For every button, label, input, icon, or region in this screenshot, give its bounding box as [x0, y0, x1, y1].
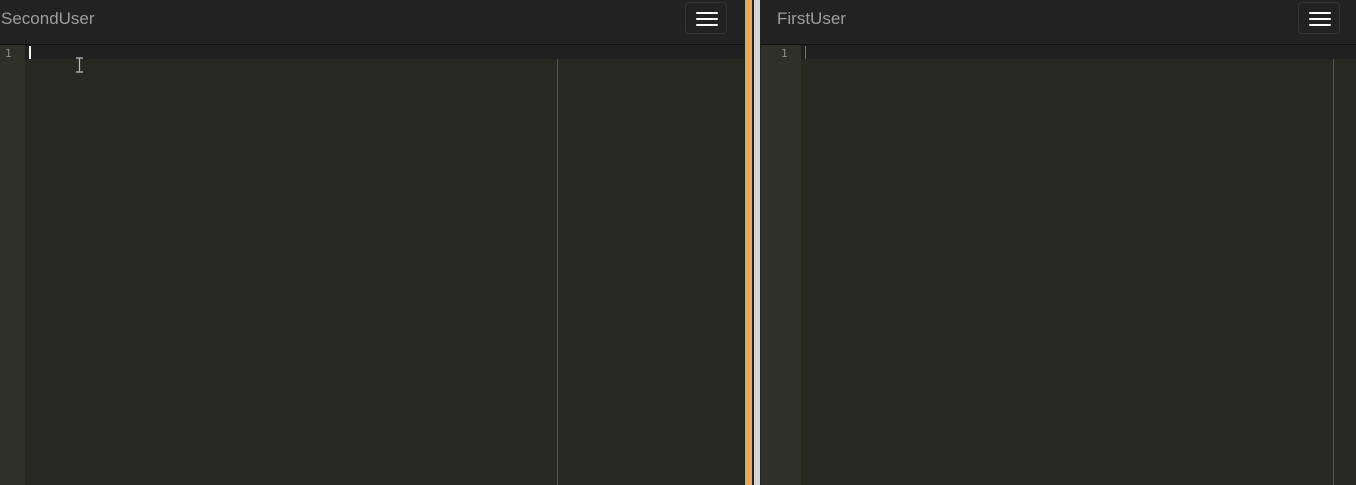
- code-editor[interactable]: [25, 45, 744, 485]
- line-number-gutter: 1: [0, 45, 25, 485]
- user-name-label: FirstUser: [777, 9, 846, 28]
- editor-pane-left: SecondUser 1: [0, 0, 744, 485]
- user-name-label: SecondUser: [1, 9, 95, 28]
- code-editor[interactable]: [801, 45, 1356, 485]
- hamburger-menu-icon: [696, 12, 718, 14]
- editor-pane-right: FirstUser 1: [761, 0, 1356, 485]
- line-number-gutter: 1: [761, 45, 801, 485]
- print-margin-line: [557, 59, 558, 485]
- text-ibeam-cursor-icon: [76, 57, 83, 73]
- hamburger-menu-icon: [1309, 12, 1331, 14]
- active-line-highlight: [801, 45, 1356, 59]
- divider-handle[interactable]: [745, 0, 752, 485]
- remote-text-caret: [805, 46, 806, 59]
- line-number: 1: [781, 47, 788, 60]
- menu-button[interactable]: [1298, 2, 1340, 34]
- active-line-highlight: [25, 45, 744, 59]
- line-number: 1: [5, 47, 12, 60]
- split-divider[interactable]: [744, 0, 761, 485]
- menu-button[interactable]: [685, 2, 727, 34]
- pane-header: FirstUser: [761, 0, 1356, 45]
- text-caret: [29, 46, 31, 59]
- pane-header: SecondUser: [0, 0, 744, 45]
- print-margin-line: [1333, 59, 1334, 485]
- divider-scroll-track: [754, 0, 760, 485]
